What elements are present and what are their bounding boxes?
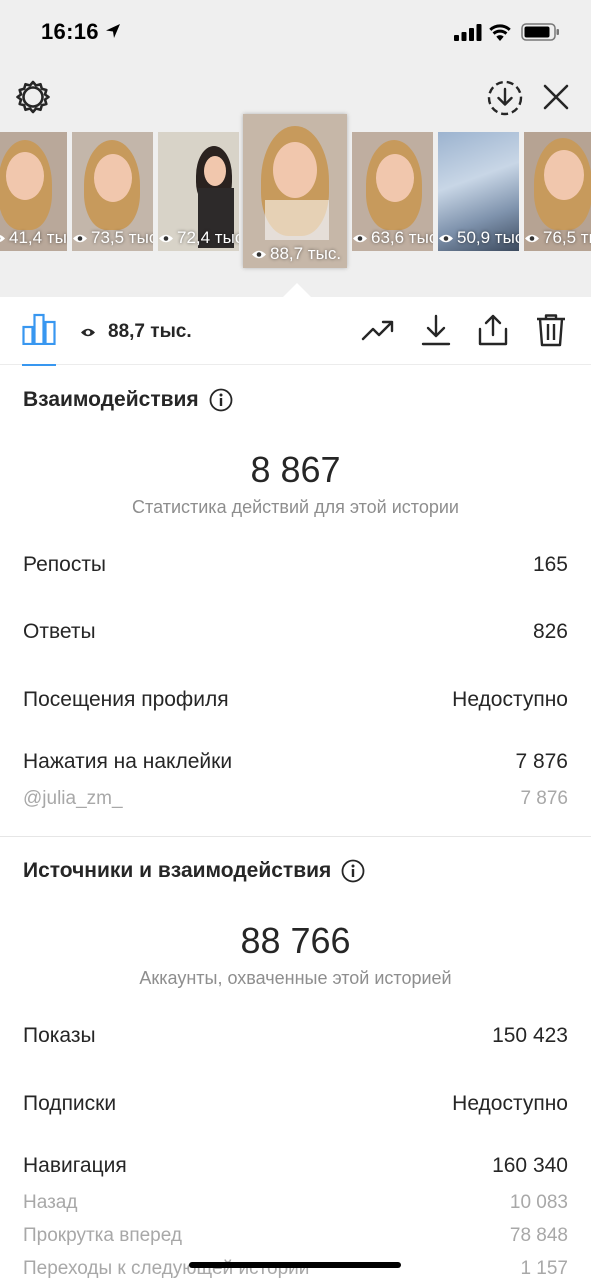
stat-subvalue: 78 848	[509, 1225, 568, 1246]
battery-icon	[521, 23, 559, 41]
share-icon[interactable]	[476, 313, 510, 347]
story-thumbnail-selected[interactable]: 88,7 тыс.	[243, 114, 347, 268]
eye-icon	[81, 328, 95, 337]
story-thumbnail[interactable]: 73,5 тыс.	[72, 132, 153, 251]
info-icon[interactable]	[209, 388, 233, 412]
eye-icon	[252, 250, 266, 258]
signal-icon	[454, 24, 482, 41]
stat-row-replies: Ответы 826	[23, 620, 568, 644]
stat-subvalue: 7 876	[520, 788, 568, 809]
thumbnail-views: 73,5 тыс.	[91, 228, 153, 247]
trash-icon[interactable]	[534, 313, 568, 347]
stat-row-impressions: Показы 150 423	[23, 1024, 568, 1048]
download-icon[interactable]	[419, 313, 453, 347]
views-count: 88,7 тыс.	[108, 321, 192, 342]
home-indicator[interactable]	[189, 1262, 401, 1268]
active-tab-indicator	[22, 364, 56, 366]
status-time: 16:16	[41, 19, 99, 44]
interactions-caption: Статистика действий для этой истории	[132, 497, 459, 517]
eye-icon	[525, 234, 539, 242]
selected-pointer	[282, 283, 312, 298]
thumbnail-views: 88,7 тыс.	[270, 244, 342, 263]
location-arrow-icon	[106, 24, 120, 38]
stat-subvalue: 1 157	[520, 1258, 568, 1279]
stat-row-reposts: Репосты 165	[23, 553, 568, 577]
eye-icon	[159, 234, 173, 242]
eye-icon	[73, 234, 87, 242]
stat-label: Нажатия на наклейки	[23, 750, 233, 773]
story-thumbnail[interactable]: 76,5 тыс.	[524, 132, 591, 251]
wifi-icon	[489, 24, 511, 41]
stat-value: 160 340	[492, 1154, 568, 1177]
stat-row-profile-visits: Посещения профиля Недоступно	[23, 688, 568, 712]
story-thumbnail[interactable]: 41,4 тыс.	[0, 132, 67, 251]
insights-toolbar: 88,7 тыс.	[0, 297, 591, 366]
info-icon[interactable]	[341, 859, 365, 883]
stat-value: 7 876	[515, 750, 568, 773]
interactions-title: Взаимодействия	[23, 388, 199, 411]
close-icon[interactable]	[541, 82, 571, 112]
stat-label: Показы	[23, 1024, 96, 1047]
download-circle-icon[interactable]	[485, 78, 525, 118]
discovery-title: Источники и взаимодействия	[23, 859, 332, 882]
interactions-total: 8 867	[250, 449, 341, 490]
stat-value: 165	[532, 553, 568, 576]
thumbnail-views: 50,9 тыс.	[457, 228, 519, 247]
thumbnail-views: 41,4 тыс.	[9, 228, 67, 247]
stat-subrow-forward: Прокрутка вперед 78 848	[23, 1225, 568, 1247]
stat-label: Подписки	[23, 1092, 117, 1115]
stat-value: Недоступно	[452, 1092, 568, 1115]
thumbnail-views: 63,6 тыс.	[371, 228, 433, 247]
stat-row-follows: Подписки Недоступно	[23, 1092, 568, 1116]
thumbnail-views: 72,4 тыс.	[177, 228, 239, 247]
eye-icon	[439, 234, 453, 242]
discovery-caption: Аккаунты, охваченные этой историей	[139, 968, 452, 988]
interactions-heading: Взаимодействия	[23, 388, 233, 412]
stat-sublabel: Прокрутка вперед	[23, 1225, 182, 1246]
story-thumbnail[interactable]: 63,6 тыс.	[352, 132, 433, 251]
eye-icon	[353, 234, 367, 242]
story-thumbnail[interactable]: 50,9 тыс.	[438, 132, 519, 251]
stat-row-sticker-taps: Нажатия на наклейки 7 876	[23, 750, 568, 774]
stat-row-navigation: Навигация 160 340	[23, 1154, 568, 1178]
stat-subvalue: 10 083	[509, 1192, 568, 1213]
stat-value: Недоступно	[452, 688, 568, 711]
eye-icon	[0, 234, 5, 242]
stat-subrow-back: Назад 10 083	[23, 1192, 568, 1214]
stat-label: Репосты	[23, 553, 107, 576]
stat-sublabel: @julia_zm_	[23, 788, 123, 809]
discovery-total: 88 766	[240, 920, 351, 961]
section-divider	[0, 836, 591, 837]
settings-gear-icon[interactable]	[14, 78, 52, 116]
stat-sublabel: Назад	[23, 1192, 78, 1213]
stat-value: 826	[532, 620, 568, 643]
stat-label: Ответы	[23, 620, 96, 643]
bar-chart-icon[interactable]	[22, 313, 56, 345]
status-bar: 16:16	[0, 0, 591, 64]
stat-value: 150 423	[492, 1024, 568, 1047]
trending-icon[interactable]	[361, 313, 395, 347]
story-picker-area: 16:16 41,4 ты 73,5 ты 72,4 ты 88,7 тыс. …	[0, 0, 591, 298]
story-thumbnail[interactable]: 72,4 тыс.	[158, 132, 239, 251]
thumbnail-views: 76,5 тыс.	[543, 228, 591, 247]
stat-label: Навигация	[23, 1154, 127, 1177]
discovery-heading: Источники и взаимодействия	[23, 859, 365, 883]
stat-label: Посещения профиля	[23, 688, 229, 711]
stat-subrow-sticker-account: @julia_zm_ 7 876	[23, 788, 568, 810]
